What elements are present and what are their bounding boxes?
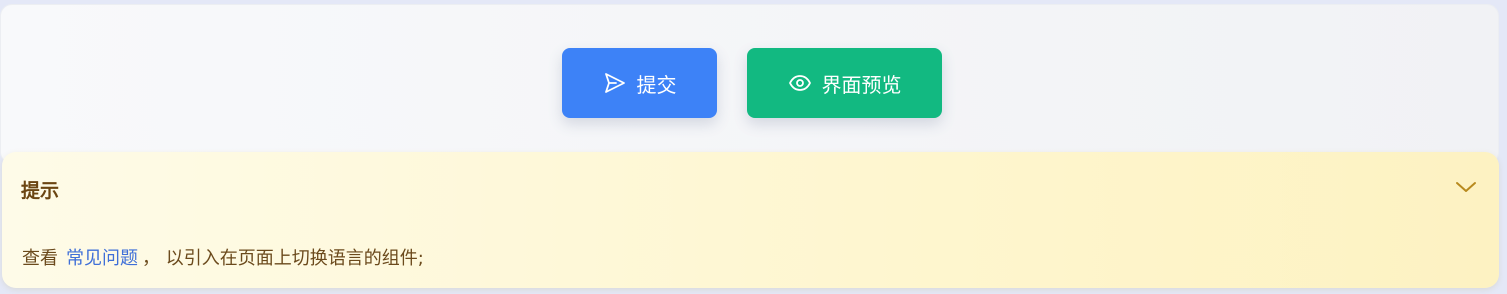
chevron-down-icon[interactable] (1453, 178, 1479, 196)
submit-button-label: 提交 (636, 72, 677, 97)
send-icon (603, 71, 627, 95)
faq-link[interactable]: 常见问题 (66, 248, 138, 269)
eye-icon (788, 71, 812, 95)
tip-title: 提示 (21, 180, 60, 202)
preview-button[interactable]: 界面预览 (747, 48, 942, 118)
app-root: 提交 界面预览 提示 查看 常见问题， 以引入在页面上切换语言的组件; (0, 0, 1500, 294)
tip-text-after: ， 以引入在页面上切换语言的组件; (142, 248, 424, 269)
action-panel: 提交 界面预览 (0, 4, 1499, 164)
tip-message: 查看 常见问题， 以引入在页面上切换语言的组件; (22, 244, 424, 270)
tip-panel: 提示 查看 常见问题， 以引入在页面上切换语言的组件; (2, 152, 1499, 288)
tip-text-before: 查看 (22, 248, 58, 269)
submit-button[interactable]: 提交 (562, 48, 717, 118)
preview-button-label: 界面预览 (821, 72, 902, 97)
